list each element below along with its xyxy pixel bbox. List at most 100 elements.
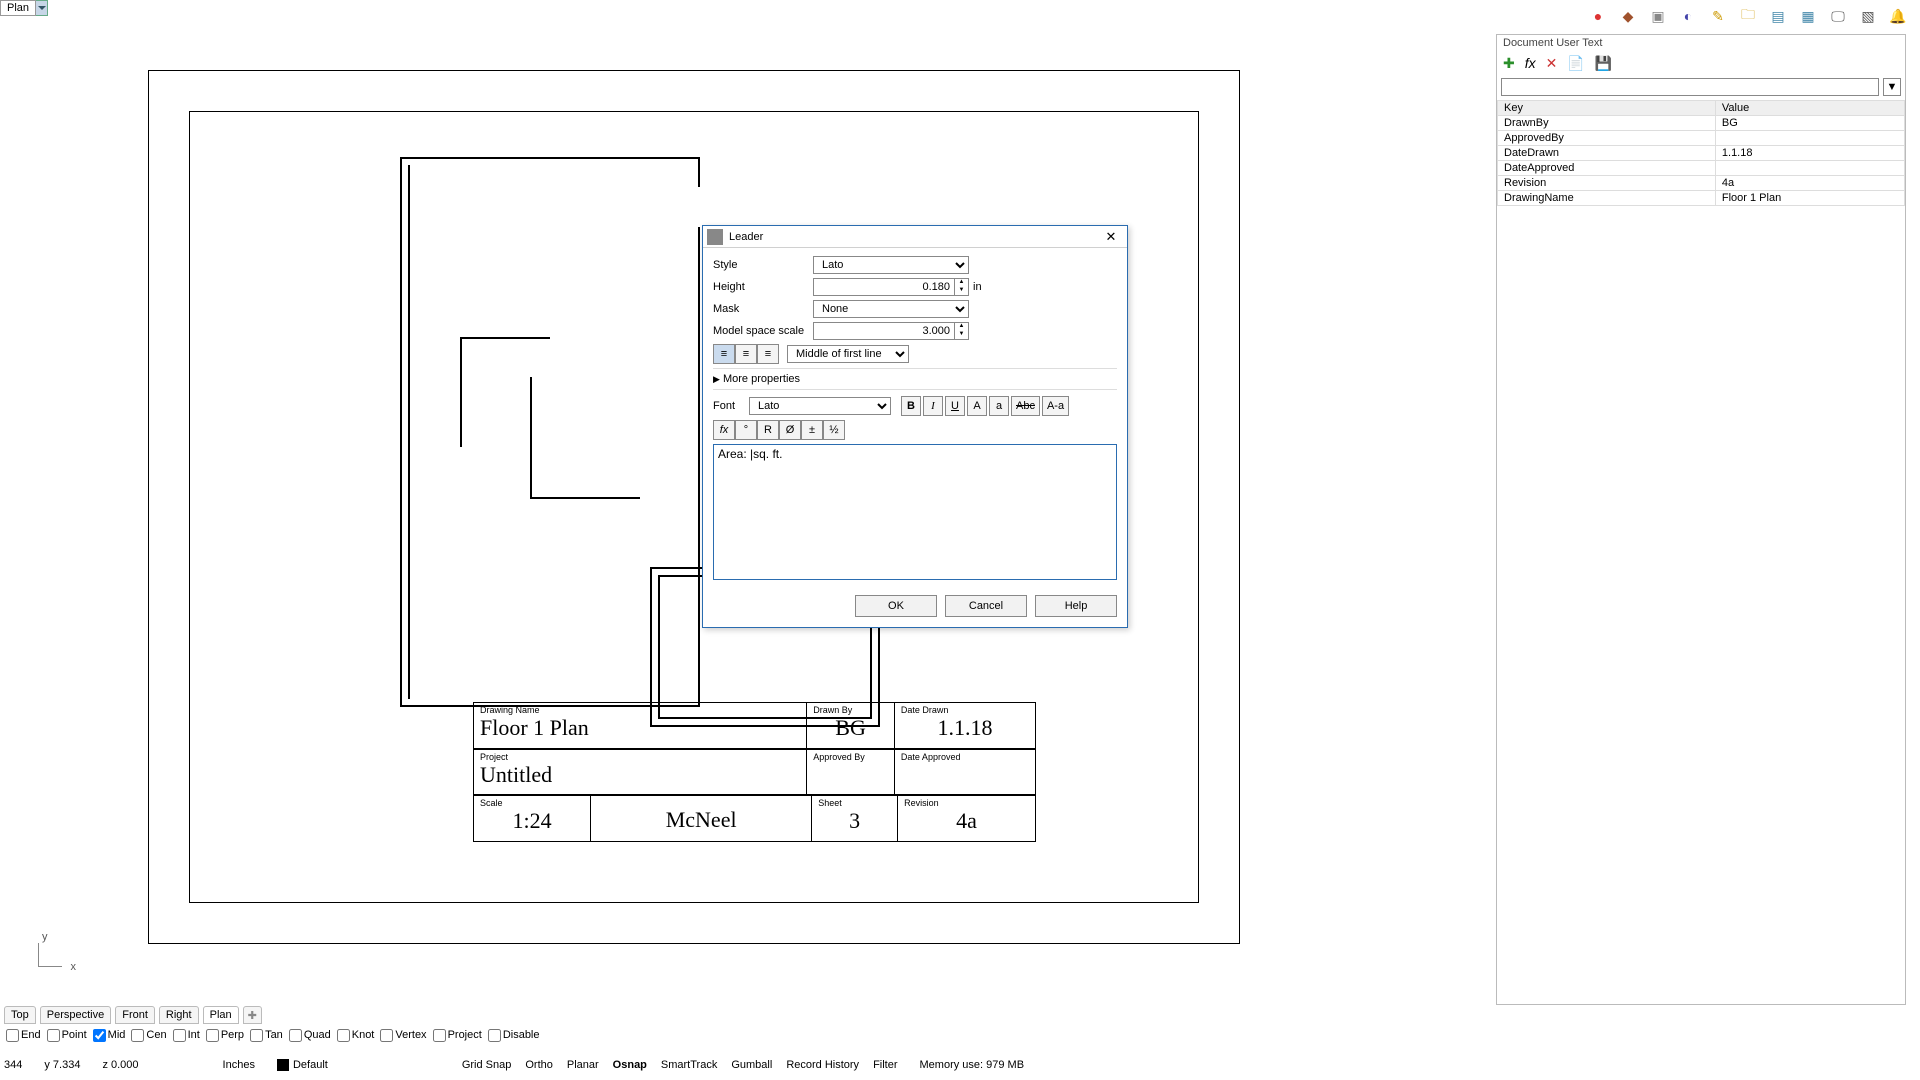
viewport-tab[interactable]: Plan — [0, 0, 48, 16]
panel-tab-icon-7[interactable]: ▦ — [1800, 8, 1816, 24]
scale-spinner[interactable]: ▲▼ — [955, 322, 969, 340]
osnap-cen-checkbox[interactable] — [131, 1029, 144, 1042]
value-cell[interactable]: 1.1.18 — [1715, 146, 1904, 161]
ok-button[interactable]: OK — [855, 595, 937, 617]
fx-icon[interactable]: fx — [1525, 55, 1536, 72]
radius-symbol-button[interactable]: R — [757, 420, 779, 440]
mask-select[interactable]: None — [813, 300, 969, 318]
key-cell[interactable]: DrawnBy — [1498, 116, 1716, 131]
table-row[interactable]: DrawnByBG — [1498, 116, 1905, 131]
key-cell[interactable]: DateApproved — [1498, 161, 1716, 176]
fraction-symbol-button[interactable]: ½ — [823, 420, 845, 440]
import-icon[interactable]: 📄 — [1567, 55, 1584, 72]
status-toggle-grid-snap[interactable]: Grid Snap — [462, 1059, 512, 1071]
underline-button[interactable]: U — [945, 396, 965, 416]
table-row[interactable]: DateApproved — [1498, 161, 1905, 176]
view-tab-plan[interactable]: Plan — [203, 1006, 239, 1024]
status-layer[interactable]: Default — [277, 1059, 328, 1071]
key-cell[interactable]: Revision — [1498, 176, 1716, 191]
view-tab-top[interactable]: Top — [4, 1006, 36, 1024]
osnap-int-checkbox[interactable] — [173, 1029, 186, 1042]
italic-button[interactable]: I — [923, 396, 943, 416]
col-value-header[interactable]: Value — [1715, 101, 1904, 116]
status-toggle-osnap[interactable]: Osnap — [613, 1059, 647, 1071]
osnap-end[interactable]: End — [6, 1029, 41, 1042]
leader-text-input[interactable]: Area: |sq. ft. — [713, 444, 1117, 580]
height-spinner[interactable]: ▲▼ — [955, 278, 969, 296]
value-cell[interactable]: 4a — [1715, 176, 1904, 191]
dialog-titlebar[interactable]: Leader ✕ — [703, 226, 1127, 248]
vertical-align-select[interactable]: Middle of first line — [787, 345, 909, 363]
status-toggle-filter[interactable]: Filter — [873, 1059, 897, 1071]
osnap-point-checkbox[interactable] — [47, 1029, 60, 1042]
add-view-tab-button[interactable]: ✚ — [243, 1006, 262, 1024]
case-toggle-button[interactable]: A-a — [1042, 396, 1069, 416]
cancel-button[interactable]: Cancel — [945, 595, 1027, 617]
panel-tab-icon-5[interactable]: 🗀 — [1740, 8, 1756, 24]
osnap-vertex[interactable]: Vertex — [380, 1029, 426, 1042]
value-cell[interactable] — [1715, 131, 1904, 146]
status-toggle-ortho[interactable]: Ortho — [525, 1059, 553, 1071]
view-tab-front[interactable]: Front — [115, 1006, 155, 1024]
style-select[interactable]: Lato — [813, 256, 969, 274]
panel-tab-icon-2[interactable]: ▣ — [1650, 8, 1666, 24]
osnap-end-checkbox[interactable] — [6, 1029, 19, 1042]
osnap-vertex-checkbox[interactable] — [380, 1029, 393, 1042]
value-cell[interactable]: BG — [1715, 116, 1904, 131]
osnap-point[interactable]: Point — [47, 1029, 87, 1042]
layout-canvas[interactable]: Drawing Name Floor 1 Plan Drawn By BG Da… — [0, 16, 1330, 1005]
table-row[interactable]: Revision4a — [1498, 176, 1905, 191]
strikethrough-button[interactable]: Abc — [1011, 396, 1040, 416]
panel-tab-icon-4[interactable]: ✎ — [1710, 8, 1726, 24]
osnap-knot-checkbox[interactable] — [337, 1029, 350, 1042]
value-cell[interactable]: Floor 1 Plan — [1715, 191, 1904, 206]
osnap-disable[interactable]: Disable — [488, 1029, 540, 1042]
key-cell[interactable]: DrawingName — [1498, 191, 1716, 206]
value-cell[interactable] — [1715, 161, 1904, 176]
uppercase-button[interactable]: A — [967, 396, 987, 416]
panel-tab-icon-8[interactable]: 🖵 — [1830, 8, 1846, 24]
export-icon[interactable]: 💾 — [1595, 55, 1612, 72]
close-icon[interactable]: ✕ — [1099, 229, 1123, 245]
panel-tab-icon-1[interactable]: ◆ — [1620, 8, 1636, 24]
delete-key-icon[interactable]: ✕ — [1546, 55, 1558, 72]
height-input[interactable] — [813, 278, 955, 296]
filter-icon[interactable]: ▼ — [1883, 78, 1901, 96]
osnap-quad-checkbox[interactable] — [289, 1029, 302, 1042]
osnap-perp[interactable]: Perp — [206, 1029, 244, 1042]
osnap-knot[interactable]: Knot — [337, 1029, 375, 1042]
plusminus-symbol-button[interactable]: ± — [801, 420, 823, 440]
osnap-tan-checkbox[interactable] — [250, 1029, 263, 1042]
add-key-icon[interactable]: ✚ — [1503, 55, 1515, 72]
viewport-menu-dropdown[interactable] — [36, 0, 48, 16]
panel-tab-icon-10[interactable]: 🔔 — [1890, 8, 1906, 24]
scale-input[interactable] — [813, 322, 955, 340]
osnap-int[interactable]: Int — [173, 1029, 200, 1042]
bold-button[interactable]: B — [901, 396, 921, 416]
osnap-quad[interactable]: Quad — [289, 1029, 331, 1042]
view-tab-perspective[interactable]: Perspective — [40, 1006, 111, 1024]
osnap-tan[interactable]: Tan — [250, 1029, 283, 1042]
osnap-project[interactable]: Project — [433, 1029, 482, 1042]
osnap-disable-checkbox[interactable] — [488, 1029, 501, 1042]
status-toggle-planar[interactable]: Planar — [567, 1059, 599, 1071]
panel-tab-icon-3[interactable]: ◐ — [1680, 8, 1696, 24]
panel-search-input[interactable] — [1501, 78, 1879, 96]
osnap-mid[interactable]: Mid — [93, 1029, 126, 1042]
osnap-mid-checkbox[interactable] — [93, 1029, 106, 1042]
panel-tab-icon-6[interactable]: ▤ — [1770, 8, 1786, 24]
lowercase-button[interactable]: a — [989, 396, 1009, 416]
fx-field-button[interactable]: fx — [713, 420, 735, 440]
status-toggle-gumball[interactable]: Gumball — [731, 1059, 772, 1071]
degree-symbol-button[interactable]: ° — [735, 420, 757, 440]
table-row[interactable]: DateDrawn1.1.18 — [1498, 146, 1905, 161]
table-row[interactable]: ApprovedBy — [1498, 131, 1905, 146]
panel-tab-icon-9[interactable]: ▧ — [1860, 8, 1876, 24]
osnap-perp-checkbox[interactable] — [206, 1029, 219, 1042]
view-tab-right[interactable]: Right — [159, 1006, 199, 1024]
diameter-symbol-button[interactable]: Ø — [779, 420, 801, 440]
help-button[interactable]: Help — [1035, 595, 1117, 617]
key-cell[interactable]: ApprovedBy — [1498, 131, 1716, 146]
status-toggle-smarttrack[interactable]: SmartTrack — [661, 1059, 717, 1071]
panel-tab-icon-0[interactable]: ● — [1590, 8, 1606, 24]
